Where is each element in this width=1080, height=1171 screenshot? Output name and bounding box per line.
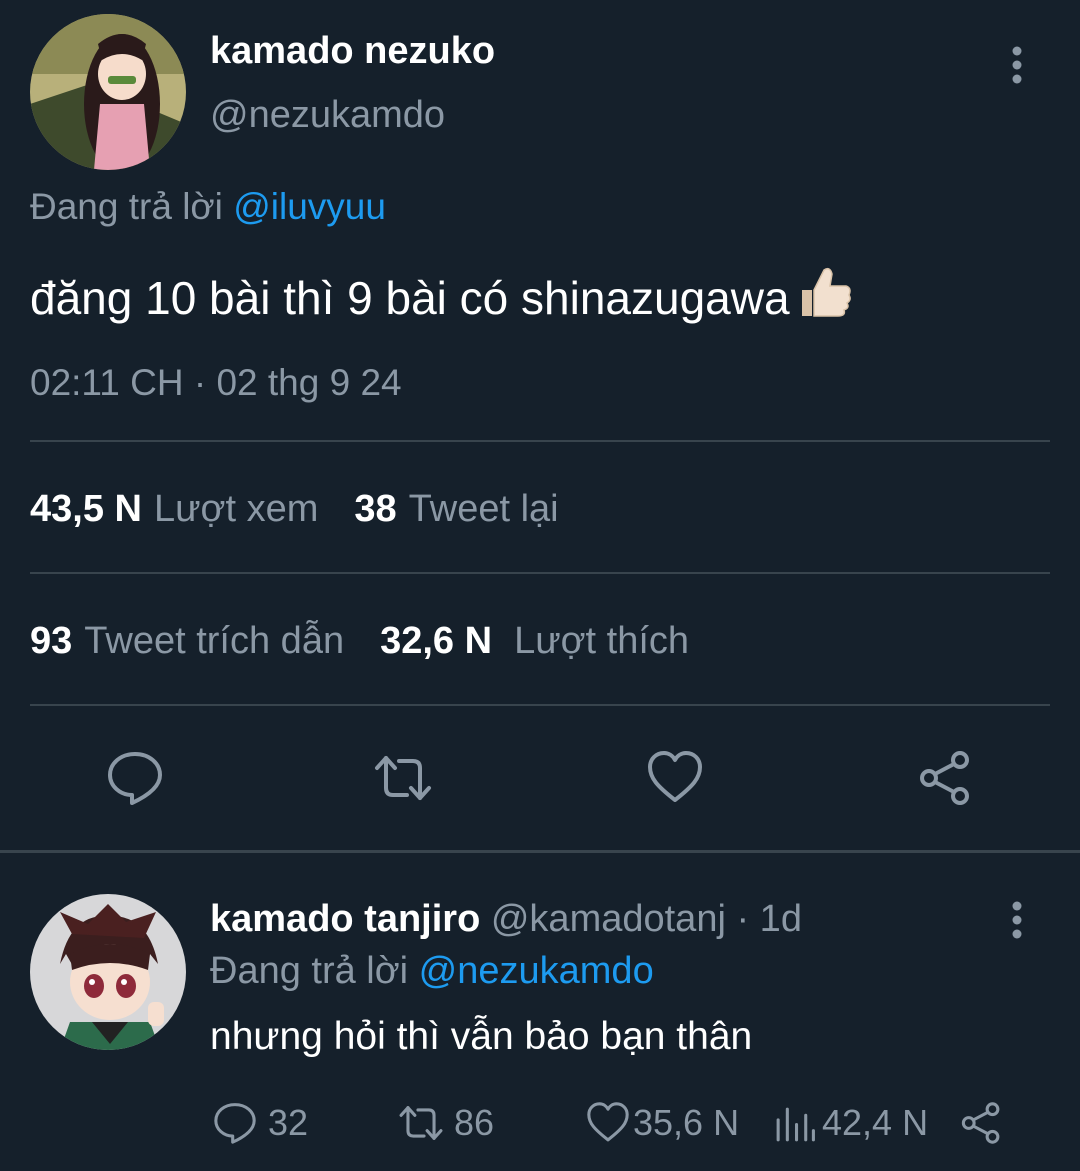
retweets-count[interactable]: 38 bbox=[354, 488, 396, 530]
like-count: 35,6 N bbox=[633, 1102, 740, 1143]
reply-prefix: Đang trả lời bbox=[30, 186, 223, 227]
reply-button[interactable]: 32 bbox=[212, 1098, 308, 1148]
avatar[interactable] bbox=[30, 14, 186, 170]
reply-header: kamado tanjiro @kamadotanj · 1d bbox=[210, 898, 802, 941]
timestamp[interactable]: 02:11 CH · 02 thg 9 24 bbox=[30, 362, 402, 404]
like-icon[interactable] bbox=[645, 748, 705, 808]
views-button[interactable]: 42,4 N bbox=[772, 1098, 928, 1148]
views-count: 42,4 N bbox=[822, 1102, 929, 1143]
replying-to: Đang trả lời @nezukamdo bbox=[210, 950, 654, 993]
divider bbox=[30, 704, 1050, 706]
stats-row-2: 93 Tweet trích dẫn 32,6 N Lượt thích bbox=[30, 620, 689, 663]
like-button[interactable]: 35,6 N bbox=[585, 1098, 739, 1148]
share-icon bbox=[961, 1102, 1000, 1144]
share-button[interactable] bbox=[958, 1098, 1014, 1148]
section-separator bbox=[0, 850, 1080, 853]
reply-prefix: Đang trả lời bbox=[210, 950, 409, 992]
divider bbox=[30, 440, 1050, 442]
reply-handle[interactable]: @kamadotanj bbox=[491, 898, 726, 940]
reply-count: 32 bbox=[268, 1102, 309, 1143]
thumbs-up-icon bbox=[794, 262, 854, 322]
retweet-count: 86 bbox=[454, 1102, 495, 1143]
quotes-label[interactable]: Tweet trích dẫn bbox=[84, 620, 344, 662]
likes-count[interactable]: 32,6 N bbox=[380, 620, 492, 662]
stats-row-1: 43,5 N Lượt xem 38 Tweet lại bbox=[30, 488, 559, 531]
retweet-icon[interactable] bbox=[373, 748, 433, 808]
likes-label[interactable]: Lượt thích bbox=[514, 620, 689, 662]
reply-icon[interactable] bbox=[105, 748, 165, 808]
handle[interactable]: @nezukamdo bbox=[210, 94, 445, 137]
views-label: Lượt xem bbox=[153, 488, 319, 530]
avatar[interactable] bbox=[30, 894, 186, 1050]
more-options-icon[interactable] bbox=[1003, 45, 1031, 85]
more-options-icon[interactable] bbox=[1003, 900, 1031, 940]
reply-display-name[interactable]: kamado tanjiro bbox=[210, 898, 480, 940]
display-name[interactable]: kamado nezuko bbox=[210, 30, 495, 73]
retweet-icon bbox=[399, 1106, 443, 1140]
views-icon bbox=[776, 1107, 815, 1142]
retweets-label[interactable]: Tweet lại bbox=[409, 488, 559, 530]
reply-age[interactable]: · 1d bbox=[736, 898, 801, 940]
reply-to-link[interactable]: @nezukamdo bbox=[419, 950, 654, 992]
retweet-button[interactable]: 86 bbox=[398, 1098, 494, 1148]
like-icon bbox=[587, 1102, 629, 1142]
reply-to-link[interactable]: @iluvyuu bbox=[233, 186, 386, 227]
reply-icon bbox=[214, 1103, 256, 1144]
reply-text: nhưng hỏi thì vẫn bảo bạn thân bbox=[210, 1015, 753, 1058]
share-icon[interactable] bbox=[915, 748, 975, 808]
replying-to: Đang trả lời @iluvyuu bbox=[30, 186, 386, 228]
views-count: 43,5 N bbox=[30, 488, 142, 530]
tweet-body: đăng 10 bài thì 9 bài có shinazugawa bbox=[30, 272, 790, 324]
divider bbox=[30, 572, 1050, 574]
quotes-count[interactable]: 93 bbox=[30, 620, 72, 662]
tweet-text: đăng 10 bài thì 9 bài có shinazugawa bbox=[30, 262, 854, 325]
